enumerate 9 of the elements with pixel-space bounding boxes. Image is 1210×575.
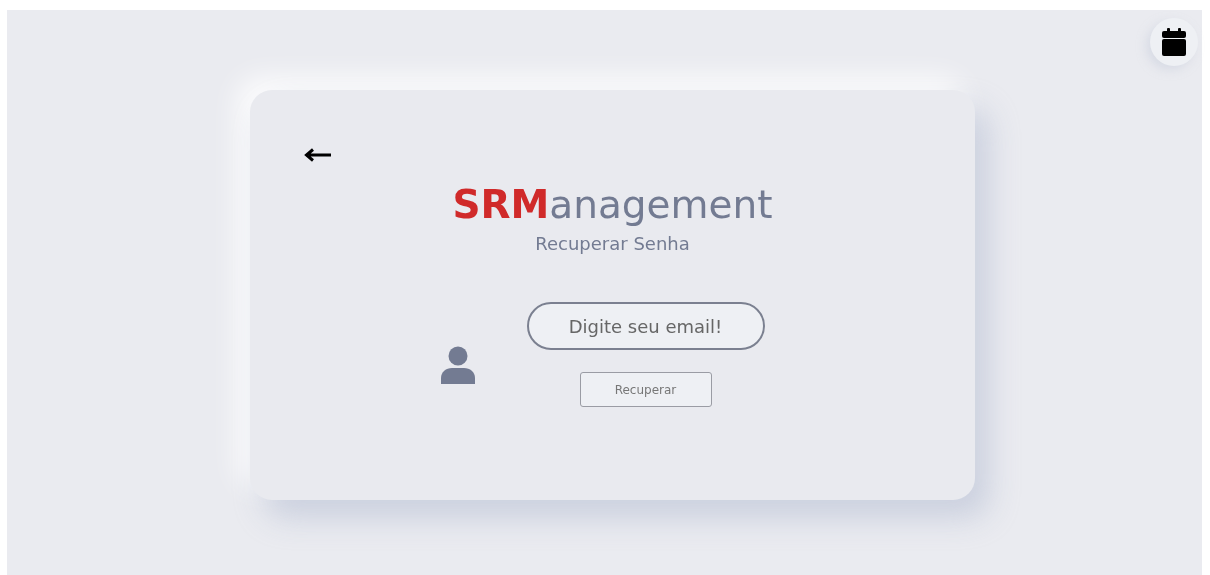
email-field[interactable]: Digite seu email! — [526, 302, 765, 350]
page-subtitle: Recuperar Senha — [535, 233, 690, 254]
calendar-button[interactable] — [1150, 18, 1198, 66]
recover-button[interactable]: Recuperar — [579, 372, 712, 407]
back-arrow-icon — [304, 148, 332, 162]
back-button[interactable] — [304, 148, 332, 162]
calendar-icon — [1162, 28, 1186, 56]
user-icon — [440, 345, 475, 384]
logo: SRManagement — [452, 182, 773, 227]
